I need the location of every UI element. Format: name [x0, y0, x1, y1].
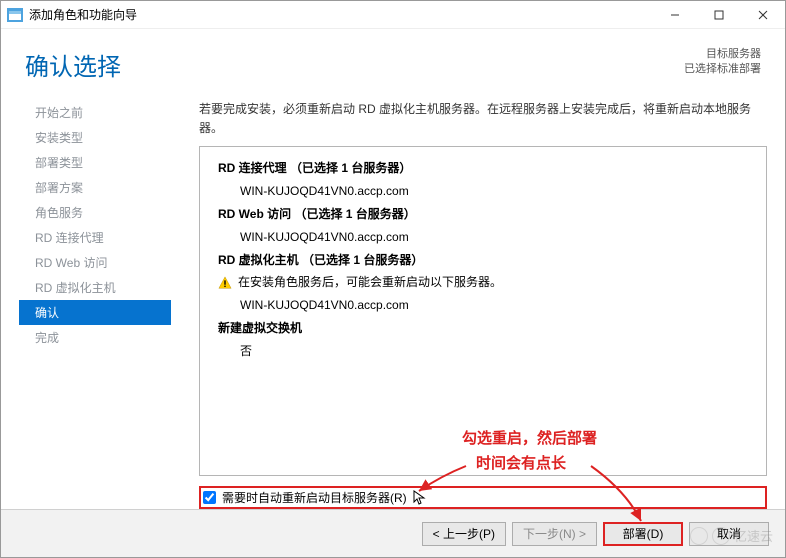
group-server-rdcb: WIN-KUJOQD41VN0.accp.com [218, 180, 752, 203]
sidebar-item-role-services[interactable]: 角色服务 [19, 200, 171, 225]
group-warning-rdvh: 在安装角色服务后，可能会重新启动以下服务器。 [218, 271, 752, 294]
group-warning-text: 在安装角色服务后，可能会重新启动以下服务器。 [238, 271, 502, 294]
confirmation-panel: RD 连接代理 （已选择 1 台服务器） WIN-KUJOQD41VN0.acc… [199, 146, 767, 476]
confirmation-description: 若要完成安装，必须重新启动 RD 虚拟化主机服务器。在远程服务器上安装完成后，将… [199, 100, 767, 138]
window-title: 添加角色和功能向导 [29, 6, 653, 23]
group-title-rdcb: RD 连接代理 （已选择 1 台服务器） [218, 157, 752, 180]
target-label: 目标服务器 [684, 47, 761, 62]
target-value: 已选择标准部署 [684, 62, 761, 77]
app-icon [7, 8, 23, 22]
sidebar-item-deployment-type[interactable]: 部署类型 [19, 150, 171, 175]
auto-restart-checkbox[interactable] [203, 491, 216, 504]
deploy-button[interactable]: 部署(D) [603, 522, 683, 546]
sidebar-item-rd-web-access[interactable]: RD Web 访问 [19, 250, 171, 275]
sidebar-item-deployment-scenario[interactable]: 部署方案 [19, 175, 171, 200]
maximize-button[interactable] [697, 1, 741, 29]
sidebar-item-rd-connection-broker[interactable]: RD 连接代理 [19, 225, 171, 250]
wizard-sidebar: 开始之前 安装类型 部署类型 部署方案 角色服务 RD 连接代理 RD Web … [19, 96, 171, 509]
close-button[interactable] [741, 1, 785, 29]
group-title-vswitch: 新建虚拟交换机 [218, 317, 752, 340]
sidebar-item-rd-virtualization-host[interactable]: RD 虚拟化主机 [19, 275, 171, 300]
wizard-footer: < 上一步(P) 下一步(N) > 部署(D) 取消 [1, 509, 785, 557]
sidebar-item-complete[interactable]: 完成 [19, 325, 171, 350]
sidebar-item-before-you-begin[interactable]: 开始之前 [19, 100, 171, 125]
wizard-header: 确认选择 目标服务器 已选择标准部署 [1, 29, 785, 90]
group-server-rdweb: WIN-KUJOQD41VN0.accp.com [218, 226, 752, 249]
group-title-rdvh: RD 虚拟化主机 （已选择 1 台服务器） [218, 249, 752, 272]
cursor-icon [413, 490, 427, 506]
sidebar-item-confirm[interactable]: 确认 [19, 300, 171, 325]
auto-restart-label: 需要时自动重新启动目标服务器(R) [222, 489, 407, 506]
group-server-rdvh: WIN-KUJOQD41VN0.accp.com [218, 294, 752, 317]
cancel-button[interactable]: 取消 [689, 522, 769, 546]
previous-button[interactable]: < 上一步(P) [422, 522, 506, 546]
titlebar: 添加角色和功能向导 [1, 1, 785, 29]
sidebar-item-installation-type[interactable]: 安装类型 [19, 125, 171, 150]
minimize-button[interactable] [653, 1, 697, 29]
next-button: 下一步(N) > [512, 522, 597, 546]
target-info: 目标服务器 已选择标准部署 [684, 47, 761, 78]
auto-restart-checkbox-row[interactable]: 需要时自动重新启动目标服务器(R) [199, 486, 767, 509]
warning-icon [218, 276, 232, 290]
group-title-rdweb: RD Web 访问 （已选择 1 台服务器） [218, 203, 752, 226]
group-value-vswitch: 否 [218, 340, 752, 363]
page-title: 确认选择 [25, 47, 684, 82]
